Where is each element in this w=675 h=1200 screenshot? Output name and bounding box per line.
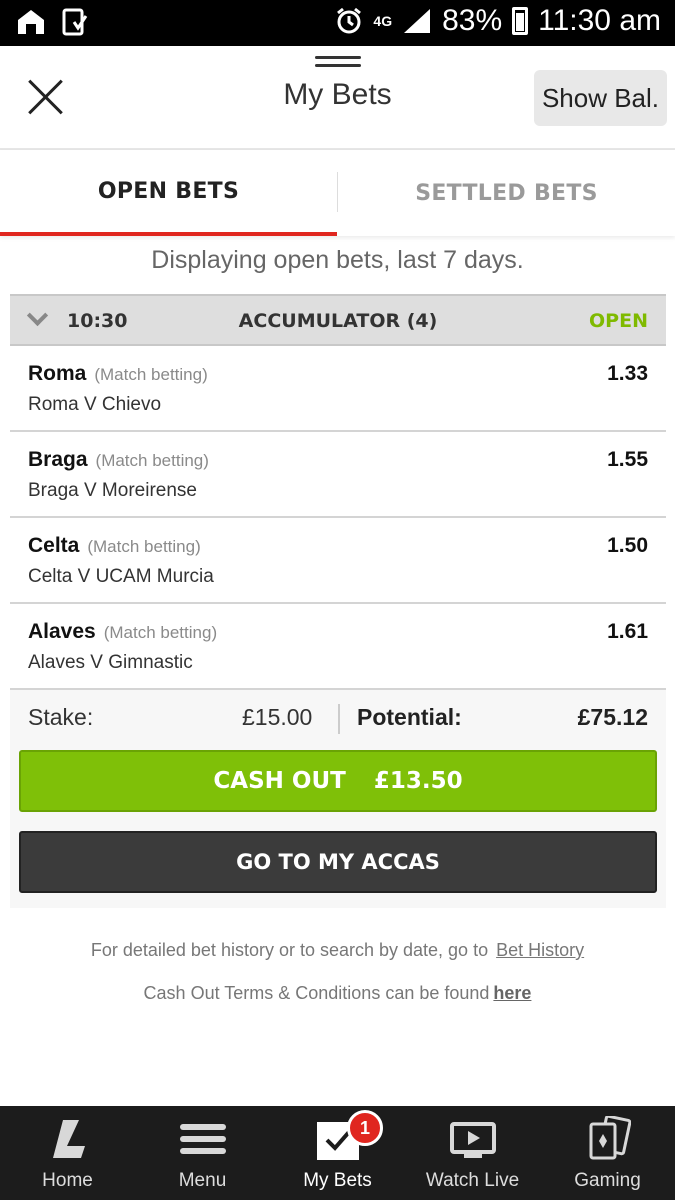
nav-home[interactable]: Home — [0, 1106, 135, 1200]
battery-percent: 83% — [442, 4, 503, 37]
cash-out-label: CASH OUT — [213, 768, 346, 794]
stake-value: £15.00 — [242, 704, 313, 730]
bottom-nav: Home Menu 1 My Bets Watch Live Gaming — [0, 1106, 675, 1200]
network-type: 4G — [373, 13, 393, 29]
terms-note: Cash Out Terms & Conditions can be found… — [0, 983, 675, 1004]
header: My Bets Show Bal. — [0, 46, 675, 150]
selection-name: Roma — [28, 362, 87, 385]
stake-label: Stake: — [28, 704, 94, 730]
bet-status: OPEN — [589, 310, 648, 332]
status-bar: 4G 83% 11:30 am — [0, 0, 675, 46]
nav-my-bets[interactable]: 1 My Bets — [270, 1106, 405, 1200]
selection-row: Braga (Match betting) Braga V Moreirense … — [10, 432, 666, 518]
alarm-icon — [337, 7, 362, 34]
selection-event: Braga V Moreirense — [28, 480, 197, 501]
selection-event: Celta V UCAM Murcia — [28, 566, 214, 587]
selection-event: Alaves V Gimnastic — [28, 652, 193, 673]
nav-gaming-label: Gaming — [574, 1170, 641, 1191]
selection-odds: 1.33 — [607, 362, 648, 385]
history-note: For detailed bet history or to search by… — [0, 940, 675, 961]
drag-handle-icon[interactable] — [315, 56, 361, 68]
nav-my-bets-label: My Bets — [303, 1170, 372, 1191]
stake-row: Stake: £15.00 Potential: £75.12 — [10, 692, 666, 744]
selection-row: Celta (Match betting) Celta V UCAM Murcia… — [10, 518, 666, 604]
nav-menu[interactable]: Menu — [135, 1106, 270, 1200]
show-balance-button[interactable]: Show Bal. — [534, 70, 667, 126]
nav-watch-live-label: Watch Live — [425, 1170, 520, 1191]
selection-row: Roma (Match betting) Roma V Chievo 1.33 — [10, 346, 666, 432]
tab-open-bets[interactable]: OPEN BETS — [0, 150, 337, 236]
selection-odds: 1.61 — [607, 620, 648, 643]
selection-event: Roma V Chievo — [28, 394, 162, 415]
selection-name: Alaves — [28, 620, 96, 643]
bet-history-link[interactable]: Bet History — [496, 940, 584, 960]
selection-row: Alaves (Match betting) Alaves V Gimnastic… — [10, 604, 666, 690]
my-bets-badge: 1 — [347, 1110, 383, 1146]
home-logo-icon — [53, 1120, 85, 1158]
selection-market: (Match betting) — [94, 365, 208, 384]
home-notification-icon — [18, 10, 44, 34]
bet-card-header[interactable]: 10:30 ACCUMULATOR (4) OPEN — [10, 294, 666, 346]
battery-icon — [512, 7, 529, 35]
nav-menu-label: Menu — [178, 1170, 227, 1191]
selection-market: (Match betting) — [103, 623, 218, 642]
terms-text: Cash Out Terms & Conditions can be found — [143, 983, 490, 1003]
selection-market: (Match betting) — [87, 537, 201, 556]
go-to-my-accas-button[interactable]: GO TO MY ACCAS — [19, 831, 657, 893]
selection-name: Celta — [28, 534, 80, 557]
menu-icon — [180, 1124, 226, 1154]
terms-link[interactable]: here — [493, 983, 531, 1003]
nav-gaming[interactable]: Gaming — [540, 1106, 675, 1200]
nav-watch-live[interactable]: Watch Live — [405, 1106, 540, 1200]
clock: 11:30 am — [538, 4, 661, 37]
cash-out-value: £13.50 — [373, 768, 463, 794]
download-notification-icon — [62, 8, 88, 36]
selection-odds: 1.55 — [607, 448, 648, 471]
info-text: Displaying open bets, last 7 days. — [151, 246, 524, 274]
potential-value: £75.12 — [577, 704, 648, 730]
bets-tabs: OPEN BETS SETTLED BETS — [0, 150, 675, 236]
tab-settled-bets[interactable]: SETTLED BETS — [338, 150, 675, 236]
cash-out-button[interactable]: CASH OUT £13.50 — [19, 750, 657, 812]
potential-label: Potential: — [357, 704, 462, 730]
signal-icon — [404, 9, 431, 33]
nav-home-label: Home — [42, 1170, 93, 1191]
gaming-cards-icon — [589, 1116, 631, 1160]
selection-market: (Match betting) — [95, 451, 209, 470]
watch-live-icon — [450, 1122, 496, 1158]
bet-type: ACCUMULATOR (4) — [238, 310, 438, 332]
bet-card: 10:30 ACCUMULATOR (4) OPEN Roma (Match be… — [10, 294, 666, 908]
selection-name: Braga — [28, 448, 88, 471]
stake-divider — [338, 704, 340, 734]
history-text: For detailed bet history or to search by… — [90, 940, 489, 960]
selection-odds: 1.50 — [607, 534, 648, 557]
